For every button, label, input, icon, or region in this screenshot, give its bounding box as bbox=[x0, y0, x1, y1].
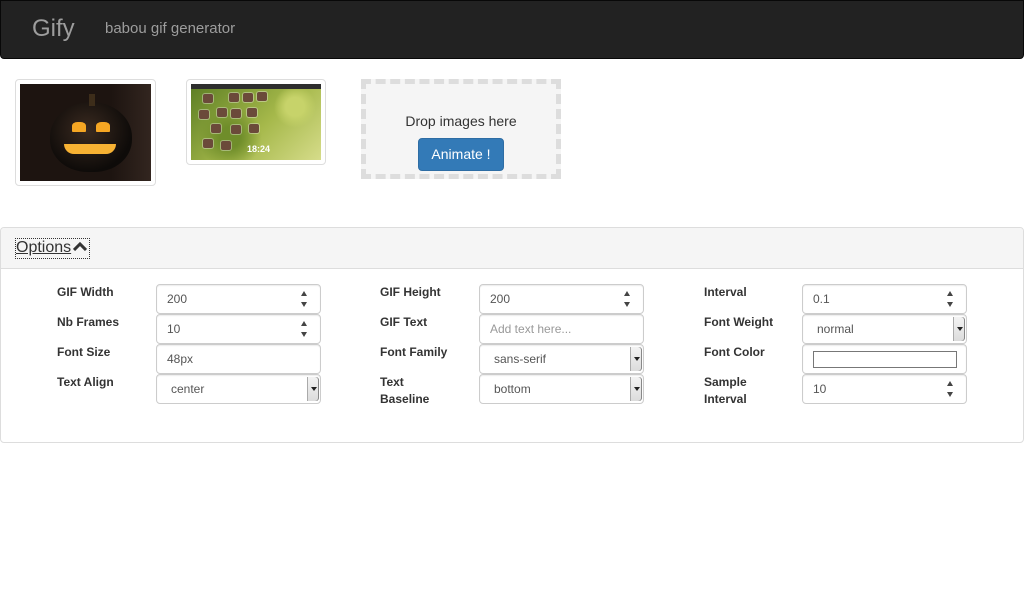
text-baseline-label: Text Baseline bbox=[380, 375, 430, 406]
dropzone-label: Drop images here bbox=[405, 113, 517, 129]
options-panel: Options GIF Width 200 Nb Frames 10 Font … bbox=[0, 227, 1024, 443]
clock-text: 18:24 bbox=[247, 144, 271, 154]
animate-button[interactable]: Animate ! bbox=[418, 138, 504, 171]
text-baseline-select[interactable]: bottom bbox=[479, 374, 644, 404]
font-size-label: Font Size bbox=[57, 345, 111, 359]
font-family-label: Font Family bbox=[380, 345, 448, 359]
options-toggle[interactable]: Options bbox=[14, 238, 91, 259]
spinner-icon[interactable] bbox=[300, 319, 308, 339]
nb-frames-label: Nb Frames bbox=[57, 315, 120, 329]
meadow-thumbnail[interactable]: 18:24 bbox=[186, 79, 326, 165]
pumpkin-image bbox=[20, 84, 151, 181]
text-align-label: Text Align bbox=[57, 375, 114, 389]
font-color-input[interactable] bbox=[802, 344, 967, 374]
gif-width-label: GIF Width bbox=[57, 285, 114, 299]
font-color-label: Font Color bbox=[704, 345, 765, 359]
dropdown-arrow-icon bbox=[307, 377, 319, 401]
nb-frames-input[interactable]: 10 bbox=[156, 314, 321, 344]
interval-input[interactable]: 0.1 bbox=[802, 284, 967, 314]
chevron-up-icon bbox=[73, 241, 88, 251]
dropdown-arrow-icon bbox=[630, 377, 642, 401]
dropdown-arrow-icon bbox=[953, 317, 965, 341]
font-weight-select[interactable]: normal bbox=[802, 314, 967, 344]
options-panel-heading: Options bbox=[1, 228, 1023, 269]
meadow-image: 18:24 bbox=[191, 84, 321, 160]
gif-text-input[interactable]: Add text here... bbox=[479, 314, 644, 344]
gif-width-input[interactable]: 200 bbox=[156, 284, 321, 314]
options-title: Options bbox=[16, 239, 72, 256]
spinner-icon[interactable] bbox=[300, 289, 308, 309]
dropdown-arrow-icon bbox=[630, 347, 642, 371]
interval-label: Interval bbox=[704, 285, 747, 299]
font-size-input[interactable]: 48px bbox=[156, 344, 321, 374]
color-swatch[interactable] bbox=[813, 351, 957, 368]
navbar-subtitle: babou gif generator bbox=[105, 20, 236, 37]
gif-height-input[interactable]: 200 bbox=[479, 284, 644, 314]
font-family-select[interactable]: sans-serif bbox=[479, 344, 644, 374]
spinner-icon[interactable] bbox=[946, 379, 954, 399]
spinner-icon[interactable] bbox=[623, 289, 631, 309]
sample-interval-input[interactable]: 10 bbox=[802, 374, 967, 404]
text-align-select[interactable]: center bbox=[156, 374, 321, 404]
spinner-icon[interactable] bbox=[946, 289, 954, 309]
image-dropzone[interactable]: Drop images here Animate ! bbox=[361, 79, 561, 179]
navbar: Gify babou gif generator bbox=[0, 0, 1024, 59]
gif-text-label: GIF Text bbox=[380, 315, 428, 329]
sample-interval-label: Sample Interval bbox=[704, 375, 747, 406]
font-weight-label: Font Weight bbox=[704, 315, 774, 329]
gif-height-label: GIF Height bbox=[380, 285, 441, 299]
pumpkin-thumbnail[interactable] bbox=[15, 79, 156, 186]
brand-link[interactable]: Gify bbox=[32, 15, 75, 43]
